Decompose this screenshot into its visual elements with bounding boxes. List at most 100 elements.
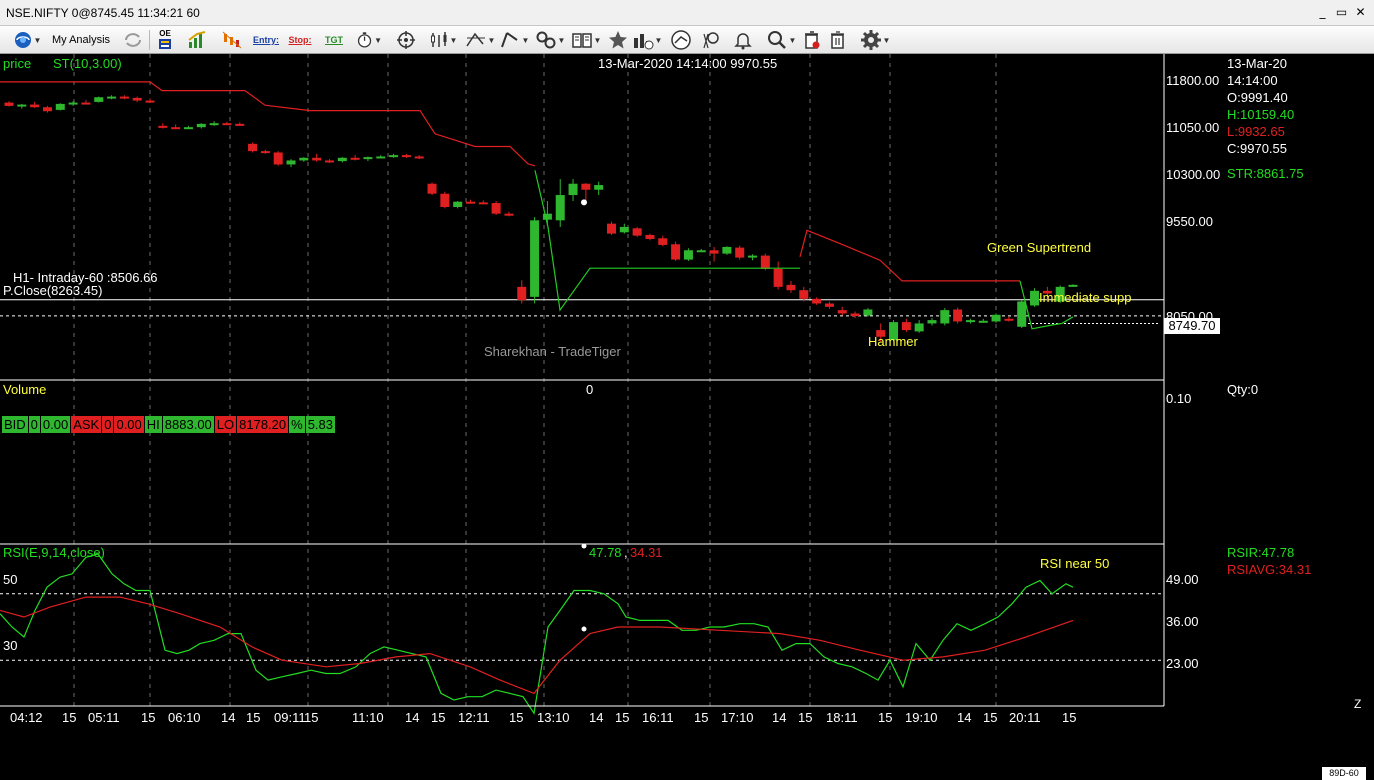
- quote-cell: 0: [102, 416, 114, 433]
- time-axis-label: 17:10: [721, 710, 754, 725]
- restore-button[interactable]: ▭: [1334, 4, 1349, 20]
- window-title: NSE.NIFTY 0@8745.45 11:34:21 60: [6, 6, 200, 20]
- oe-label: OE: [159, 29, 171, 38]
- qty-label: Qty:0: [1227, 382, 1259, 397]
- zoom-corner-label[interactable]: Z: [1354, 697, 1361, 712]
- rsi-left-tick: 30: [3, 638, 18, 653]
- entry-line-button[interactable]: Entry:: [253, 28, 279, 52]
- time-axis-label: 19:10: [905, 710, 938, 725]
- candle-down: [1004, 318, 1014, 321]
- chevron-down-icon: ▼: [449, 35, 458, 45]
- rsi-axis-tick: 36.00: [1166, 614, 1199, 629]
- candle-down: [312, 157, 322, 161]
- price-axis-tick: 11800.00: [1166, 73, 1220, 88]
- analysis-menu-button[interactable]: ▼: [10, 28, 44, 52]
- candle-up: [337, 157, 347, 162]
- candle-up: [1017, 301, 1027, 327]
- quote-cell: BID: [2, 416, 28, 433]
- rsi-value: 47.78: [589, 545, 622, 560]
- book-icon[interactable]: ▼: [570, 28, 602, 52]
- price-axis-tick: 9550.00: [1166, 214, 1213, 229]
- title-bar: NSE.NIFTY 0@8745.45 11:34:21 60 _ ▭ ✕: [0, 0, 1374, 26]
- candle-down: [465, 201, 475, 204]
- candle-down: [837, 310, 847, 314]
- chevron-down-icon: ▼: [654, 35, 663, 45]
- alert-bell-icon[interactable]: [730, 28, 756, 52]
- chevron-down-icon: ▼: [788, 35, 797, 45]
- order-entry-button[interactable]: OE: [155, 28, 175, 52]
- candle-down: [812, 298, 822, 304]
- candle-down: [953, 309, 963, 322]
- chevron-down-icon: ▼: [487, 35, 496, 45]
- watermark: Sharekhan - TradeTiger: [484, 344, 621, 359]
- candle-up: [927, 320, 937, 324]
- indicator-icon[interactable]: ▼: [630, 28, 664, 52]
- info-rsiavg: RSIAVG:34.31: [1227, 562, 1312, 577]
- info-high: H:10159.40: [1227, 107, 1295, 122]
- link-icon[interactable]: ▼: [534, 28, 566, 52]
- search-icon[interactable]: ▼: [764, 28, 798, 52]
- rsi-axis-tick: 49.00: [1166, 572, 1199, 587]
- bar-chart-icon[interactable]: [186, 28, 210, 52]
- info-rsir: RSIR:47.78: [1227, 545, 1295, 560]
- refresh-icon[interactable]: [120, 28, 146, 52]
- candle-down: [119, 96, 129, 99]
- last-price-marker: 8749.70: [1164, 318, 1220, 334]
- candle-down: [222, 123, 232, 126]
- drawing-tools-icon[interactable]: ▼: [464, 28, 496, 52]
- candle-down: [145, 100, 155, 103]
- candle-up: [965, 320, 975, 323]
- time-axis-label: 15: [431, 710, 446, 725]
- candle-down: [273, 152, 283, 165]
- period-label: 89D-60: [1322, 767, 1366, 780]
- time-axis-label: 15: [141, 710, 156, 725]
- trash-icon[interactable]: [826, 28, 850, 52]
- compass-icon[interactable]: [668, 28, 694, 52]
- price-axis-tick: 11050.00: [1166, 120, 1220, 135]
- supertrend-red-line: [799, 229, 1020, 282]
- chevron-down-icon: ▼: [882, 35, 891, 45]
- chart-type-icon[interactable]: ▼: [428, 28, 458, 52]
- window-controls: _ ▭ ✕: [1315, 4, 1368, 20]
- candle-down: [901, 322, 911, 331]
- annotation-immediate-support: Immediate supp: [1039, 290, 1132, 305]
- crosshair-icon[interactable]: [394, 28, 418, 52]
- candle-down: [709, 250, 719, 254]
- cursor-marker: [581, 626, 587, 632]
- zoom-select-icon[interactable]: [698, 28, 724, 52]
- candle-up: [17, 104, 27, 107]
- settings-gear-icon[interactable]: ▼: [858, 28, 892, 52]
- delete-drawing-icon[interactable]: [800, 28, 824, 52]
- close-button[interactable]: ✕: [1353, 4, 1368, 20]
- time-axis-label: 14: [772, 710, 787, 725]
- quote-cell: 0.00: [40, 416, 71, 433]
- cursor-readout: 13-Mar-2020 14:14:00 9970.55: [598, 56, 778, 71]
- my-analysis-button[interactable]: My Analysis: [47, 28, 115, 52]
- candle-up: [183, 127, 193, 130]
- star-icon[interactable]: [606, 28, 630, 52]
- trendline-icon[interactable]: ▼: [498, 28, 530, 52]
- time-axis-label: 18:11: [826, 710, 858, 725]
- candle-down: [799, 290, 809, 299]
- target-line-button[interactable]: TGT: [322, 28, 346, 52]
- candle-up: [978, 320, 988, 323]
- candle-down: [248, 143, 258, 152]
- minimize-button[interactable]: _: [1315, 4, 1330, 20]
- candle-up: [683, 250, 693, 260]
- time-axis-label: 15: [694, 710, 709, 725]
- time-axis-label: 15: [304, 710, 319, 725]
- candle-up: [863, 309, 873, 316]
- rsi-panel-label: RSI(E,9,14,close): [3, 545, 105, 560]
- candle-chart-icon[interactable]: [220, 28, 244, 52]
- stop-line-button[interactable]: Stop:: [288, 28, 312, 52]
- stopwatch-icon[interactable]: ▼: [356, 28, 382, 52]
- time-axis-label: 20:11: [1009, 710, 1041, 725]
- rsi-average-line: [0, 596, 1074, 695]
- time-axis-label: 11:10: [352, 710, 384, 725]
- chart-area[interactable]: price ST(10,3.00) 13-Mar-2020 14:14:00 9…: [0, 54, 1374, 780]
- info-str: STR:8861.75: [1227, 166, 1304, 181]
- candle-up: [68, 102, 78, 105]
- candle-down: [440, 193, 450, 208]
- candle-up: [542, 213, 552, 220]
- time-axis-label: 14: [221, 710, 236, 725]
